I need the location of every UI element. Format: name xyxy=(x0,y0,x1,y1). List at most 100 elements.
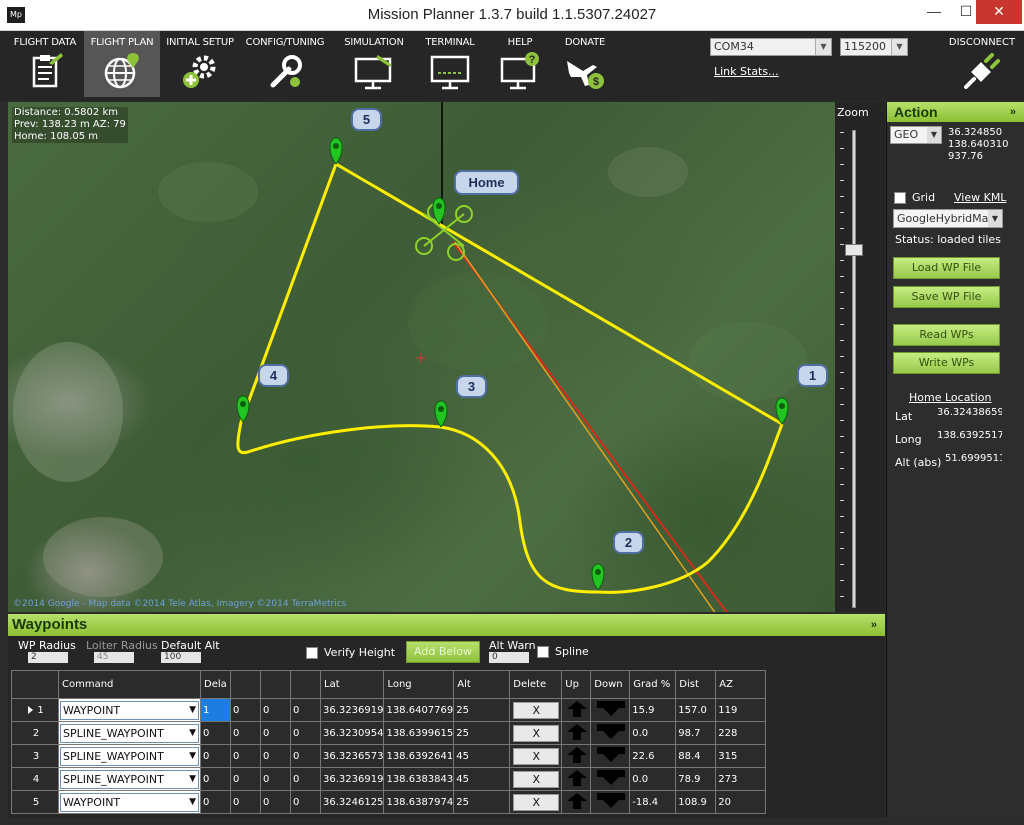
delete-button[interactable]: X xyxy=(513,747,560,765)
checkbox-icon[interactable] xyxy=(537,646,549,658)
coord-mode-select[interactable]: GEO ▼ xyxy=(890,126,942,144)
default-alt-field[interactable]: 100 xyxy=(161,652,201,663)
close-button[interactable]: ✕ xyxy=(976,0,1022,24)
row-header[interactable]: 1 xyxy=(11,698,59,722)
delete-cell[interactable]: X xyxy=(509,767,563,791)
row-header[interactable]: 3 xyxy=(11,744,59,768)
arrow-up-icon[interactable] xyxy=(564,745,590,764)
donate-button[interactable]: DONATE $ xyxy=(556,31,614,97)
table-row[interactable]: 4 SPLINE_WAYPOINT ▼ 0 0 0 0 36.3236919 13… xyxy=(11,767,767,791)
terminal-button[interactable]: TERMINAL xyxy=(415,31,485,97)
write-wps-button[interactable]: Write WPs xyxy=(893,352,1000,374)
lat-cell[interactable]: 36.3236573 xyxy=(319,744,385,768)
wp-radius-field[interactable]: 2 xyxy=(28,652,68,663)
delete-cell[interactable]: X xyxy=(509,698,563,722)
flight-data-button[interactable]: FLIGHT DATA xyxy=(9,31,81,97)
delay-cell[interactable]: 0 xyxy=(200,790,231,814)
flight-plan-button[interactable]: FLIGHT PLAN xyxy=(84,31,160,97)
arrow-up-icon[interactable] xyxy=(564,768,590,787)
spline-checkbox[interactable]: Spline xyxy=(537,645,589,658)
down-cell[interactable] xyxy=(590,790,631,814)
command-cell[interactable]: SPLINE_WAYPOINT ▼ xyxy=(58,721,201,745)
table-row[interactable]: 2 SPLINE_WAYPOINT ▼ 0 0 0 0 36.3230954 13… xyxy=(11,721,767,745)
param3-cell[interactable]: 0 xyxy=(260,790,291,814)
param3-cell[interactable]: 0 xyxy=(260,744,291,768)
alt-cell[interactable]: 25 xyxy=(453,721,511,745)
command-cell[interactable]: SPLINE_WAYPOINT ▼ xyxy=(58,744,201,768)
disconnect-button[interactable]: DISCONNECT xyxy=(942,31,1022,97)
delete-button[interactable]: X xyxy=(513,701,560,719)
delete-cell[interactable]: X xyxy=(509,744,563,768)
col-header-delay[interactable]: Dela xyxy=(200,670,231,699)
long-cell[interactable]: 138.6407769 xyxy=(383,698,455,722)
col-header-grad[interactable]: Grad % xyxy=(629,670,677,699)
grid-checkbox[interactable]: Grid xyxy=(894,191,935,204)
waypoint-label-1[interactable]: 1 xyxy=(797,364,828,387)
map-type-select[interactable]: GoogleHybridMap ▼ xyxy=(893,209,1003,228)
loiter-radius-field[interactable]: 45 xyxy=(94,652,134,663)
down-cell[interactable] xyxy=(590,767,631,791)
row-header[interactable]: 5 xyxy=(11,790,59,814)
view-kml-link[interactable]: View KML xyxy=(954,191,1006,204)
load-wp-file-button[interactable]: Load WP File xyxy=(893,257,1000,279)
delete-button[interactable]: X xyxy=(513,793,560,811)
alt-cell[interactable]: 25 xyxy=(453,698,511,722)
zoom-slider-thumb[interactable] xyxy=(845,244,863,256)
param2-cell[interactable]: 0 xyxy=(230,790,261,814)
initial-setup-button[interactable]: INITIAL SETUP xyxy=(163,31,237,97)
arrow-up-icon[interactable] xyxy=(564,791,590,810)
long-cell[interactable]: 138.6383843 xyxy=(383,767,455,791)
param3-cell[interactable]: 0 xyxy=(260,698,291,722)
param4-cell[interactable]: 0 xyxy=(290,767,321,791)
home-alt-field[interactable]: 51.6999511 xyxy=(945,453,1002,467)
lat-cell[interactable]: 36.3246125 xyxy=(319,790,385,814)
command-select[interactable]: SPLINE_WAYPOINT ▼ xyxy=(60,769,199,789)
row-header[interactable]: 2 xyxy=(11,721,59,745)
delay-cell[interactable]: 0 xyxy=(200,721,231,745)
arrow-up-icon[interactable] xyxy=(564,722,590,741)
delay-cell[interactable]: 0 xyxy=(200,767,231,791)
long-cell[interactable]: 138.6392641 xyxy=(383,744,455,768)
checkbox-icon[interactable] xyxy=(306,647,318,659)
alt-cell[interactable]: 45 xyxy=(453,744,511,768)
home-long-field[interactable]: 138.6392517( xyxy=(937,430,1002,444)
map-view[interactable]: 5 Home 4 3 1 2 Distance: 0.5802 km Prev:… xyxy=(8,102,835,612)
command-cell[interactable]: WAYPOINT ▼ xyxy=(58,698,201,722)
waypoint-label-3[interactable]: 3 xyxy=(456,375,487,398)
lat-cell[interactable]: 36.3230954 xyxy=(319,721,385,745)
command-select[interactable]: WAYPOINT ▼ xyxy=(60,792,199,812)
command-select[interactable]: SPLINE_WAYPOINT ▼ xyxy=(60,723,199,743)
col-header-p2[interactable] xyxy=(230,670,261,699)
param3-cell[interactable]: 0 xyxy=(260,721,291,745)
col-header-up[interactable]: Up xyxy=(561,670,592,699)
arrow-up-icon[interactable] xyxy=(564,699,590,718)
col-header-alt[interactable]: Alt xyxy=(453,670,511,699)
action-header[interactable]: Action » xyxy=(887,102,1024,122)
up-cell[interactable] xyxy=(561,721,592,745)
lat-cell[interactable]: 36.3236919 xyxy=(319,698,385,722)
table-row[interactable]: 3 SPLINE_WAYPOINT ▼ 0 0 0 0 36.3236573 13… xyxy=(11,744,767,768)
zoom-track[interactable] xyxy=(852,130,856,608)
save-wp-file-button[interactable]: Save WP File xyxy=(893,286,1000,308)
param2-cell[interactable]: 0 xyxy=(230,767,261,791)
up-cell[interactable] xyxy=(561,744,592,768)
delay-cell[interactable]: 1 xyxy=(200,698,231,722)
up-cell[interactable] xyxy=(561,698,592,722)
home-lat-field[interactable]: 36.32438659E xyxy=(937,407,1002,421)
baud-rate-select[interactable]: 115200 ▼ xyxy=(840,38,908,56)
link-stats-link[interactable]: Link Stats... xyxy=(714,65,779,78)
lat-cell[interactable]: 36.3236919 xyxy=(319,767,385,791)
checkbox-icon[interactable] xyxy=(894,192,906,204)
verify-height-checkbox[interactable]: Verify Height xyxy=(306,646,395,659)
down-cell[interactable] xyxy=(590,744,631,768)
command-cell[interactable]: SPLINE_WAYPOINT ▼ xyxy=(58,767,201,791)
param2-cell[interactable]: 0 xyxy=(230,744,261,768)
col-header-az[interactable]: AZ xyxy=(715,670,767,699)
delay-cell[interactable]: 0 xyxy=(200,744,231,768)
table-row[interactable]: 1 WAYPOINT ▼ 1 0 0 0 36.3236919 138.64077… xyxy=(11,698,767,722)
waypoint-label-4[interactable]: 4 xyxy=(258,364,289,387)
delete-cell[interactable]: X xyxy=(509,790,563,814)
col-header-dist[interactable]: Dist xyxy=(675,670,717,699)
up-cell[interactable] xyxy=(561,790,592,814)
command-select[interactable]: WAYPOINT ▼ xyxy=(60,700,199,720)
